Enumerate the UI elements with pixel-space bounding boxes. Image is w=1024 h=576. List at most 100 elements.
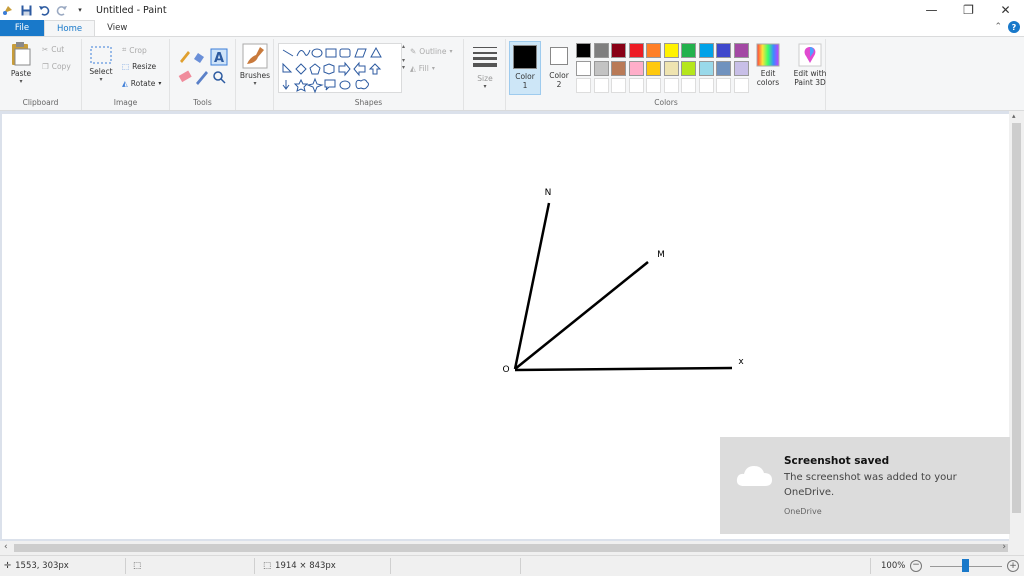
resize-button[interactable]: ⬚ Resize: [122, 62, 156, 71]
palette-swatch[interactable]: [733, 43, 749, 58]
zoom-in-button[interactable]: +: [1007, 560, 1019, 572]
palette-custom-slot[interactable]: [681, 78, 696, 93]
onedrive-toast[interactable]: Screenshot saved The screenshot was adde…: [720, 437, 1010, 534]
paint3d-icon: [798, 43, 822, 67]
select-button[interactable]: Select ▾: [86, 45, 116, 83]
cursor-position-value: 1553, 303px: [15, 561, 69, 571]
palette-custom-slot[interactable]: [716, 78, 731, 93]
fill-dropdown-icon: ▾: [431, 65, 435, 72]
zoom-slider-thumb[interactable]: [962, 559, 969, 572]
help-icon[interactable]: ?: [1008, 21, 1020, 33]
size-button[interactable]: Size ▾: [470, 45, 500, 90]
collapse-ribbon-icon[interactable]: ⌃: [994, 22, 1002, 32]
maximize-button[interactable]: ❐: [950, 0, 987, 20]
palette-custom-slot[interactable]: [698, 78, 714, 93]
ray-on: [513, 202, 551, 370]
pencil-icon[interactable]: [180, 51, 190, 63]
palette-custom-slot[interactable]: [611, 78, 626, 93]
palette-custom-slot[interactable]: [593, 78, 609, 93]
scroll-right-icon[interactable]: ›: [1002, 542, 1006, 552]
palette-swatch[interactable]: [681, 43, 696, 58]
palette-swatch[interactable]: [576, 43, 591, 58]
palette-swatch[interactable]: [628, 60, 644, 76]
palette-swatch[interactable]: [611, 43, 626, 58]
brushes-button[interactable]: Brushes ▾: [239, 43, 271, 87]
shapes-gallery[interactable]: [278, 43, 402, 94]
colors-group-label: Colors: [654, 98, 678, 107]
palette-swatch[interactable]: [646, 60, 661, 76]
palette-swatch[interactable]: [646, 43, 661, 58]
brushes-dropdown-icon: ▾: [253, 80, 257, 87]
vertical-scrollbar[interactable]: ▴: [1009, 111, 1024, 541]
zoom-out-button[interactable]: −: [910, 560, 922, 572]
label-x: x: [738, 357, 744, 367]
vertical-scroll-thumb[interactable]: [1012, 123, 1021, 513]
palette-swatch[interactable]: [733, 60, 749, 76]
palette-custom-slot[interactable]: [646, 78, 661, 93]
fill-bucket-icon[interactable]: [194, 53, 204, 63]
paint-window: ▾ Untitled - Paint — ❐ ✕ File Home View …: [0, 0, 1024, 576]
palette-swatch[interactable]: [698, 60, 714, 76]
palette-custom-slot[interactable]: [663, 78, 679, 93]
rotate-button[interactable]: ◭ Rotate ▾: [122, 79, 161, 88]
selection-size: ⬚: [133, 561, 141, 571]
color1-button[interactable]: Color 1: [509, 41, 541, 95]
resize-label: Resize: [132, 62, 157, 71]
horizontal-scrollbar[interactable]: ‹ ›: [0, 541, 1024, 555]
palette-swatch[interactable]: [628, 43, 644, 58]
size-label: Size: [477, 74, 493, 83]
status-separator: [520, 558, 521, 574]
palette-swatch[interactable]: [663, 60, 679, 76]
paste-label: Paste: [10, 69, 32, 78]
palette-swatch[interactable]: [593, 43, 609, 58]
resize-icon: ⬚: [122, 62, 130, 71]
close-button[interactable]: ✕: [987, 0, 1024, 20]
customize-qa-icon[interactable]: ▾: [74, 4, 86, 16]
ray-om: [514, 261, 649, 370]
eraser-icon[interactable]: [178, 70, 192, 83]
palette-custom-slot[interactable]: [628, 78, 644, 93]
color2-button[interactable]: Color 2: [544, 41, 574, 95]
edit-colors-button[interactable]: Edit colors: [752, 43, 784, 87]
color-picker-icon[interactable]: [196, 71, 208, 85]
scroll-left-icon[interactable]: ‹: [4, 542, 8, 552]
tab-home[interactable]: Home: [44, 20, 96, 36]
horizontal-scroll-thumb[interactable]: [14, 544, 1008, 552]
cut-button[interactable]: ✂ Cut: [42, 45, 64, 54]
palette-swatch[interactable]: [681, 60, 696, 76]
edit-with-paint3d-button[interactable]: Edit with Paint 3D: [790, 43, 830, 87]
copy-button[interactable]: ❐ Copy: [42, 62, 71, 71]
minimize-button[interactable]: —: [913, 0, 950, 20]
window-title: Untitled - Paint: [96, 4, 167, 16]
palette-custom-slot[interactable]: [733, 78, 749, 93]
palette-swatch[interactable]: [611, 60, 626, 76]
text-tool-icon[interactable]: A: [210, 48, 228, 66]
palette-swatch[interactable]: [663, 43, 679, 58]
canvas-size-icon: ⬚: [263, 561, 272, 571]
outline-button[interactable]: ✎ Outline ▾: [410, 47, 452, 56]
quick-access-toolbar: ▾: [0, 4, 86, 16]
palette-swatch[interactable]: [576, 60, 591, 76]
save-icon[interactable]: [20, 4, 32, 16]
redo-icon[interactable]: [56, 4, 68, 16]
palette-swatch[interactable]: [716, 43, 731, 58]
ribbon-tabs: File Home View ⌃ ?: [0, 20, 1024, 36]
magnifier-icon[interactable]: [213, 71, 226, 84]
tab-file[interactable]: File: [0, 20, 44, 36]
scroll-up-icon[interactable]: ▴: [1012, 112, 1016, 120]
label-o: O: [502, 365, 509, 375]
palette-swatch[interactable]: [698, 43, 714, 58]
color-wheel-icon: [756, 43, 780, 67]
fill-button[interactable]: ◭ Fill ▾: [410, 64, 435, 73]
group-shapes: ▴ ▾ ▾ ✎ Outline ▾ ◭ Fill ▾ Shapes: [274, 39, 464, 110]
tab-view[interactable]: View: [95, 20, 139, 36]
undo-icon[interactable]: [38, 4, 50, 16]
palette-swatch[interactable]: [716, 60, 731, 76]
paint-app-icon[interactable]: [2, 4, 14, 16]
palette-custom-slot[interactable]: [576, 78, 591, 93]
paste-button[interactable]: Paste ▾: [6, 41, 36, 85]
crop-button[interactable]: ⌗ Crop: [122, 45, 147, 55]
shapes-scroll[interactable]: ▴ ▾ ▾: [402, 43, 408, 93]
palette-swatch[interactable]: [593, 60, 609, 76]
scissors-icon: ✂: [42, 45, 49, 54]
